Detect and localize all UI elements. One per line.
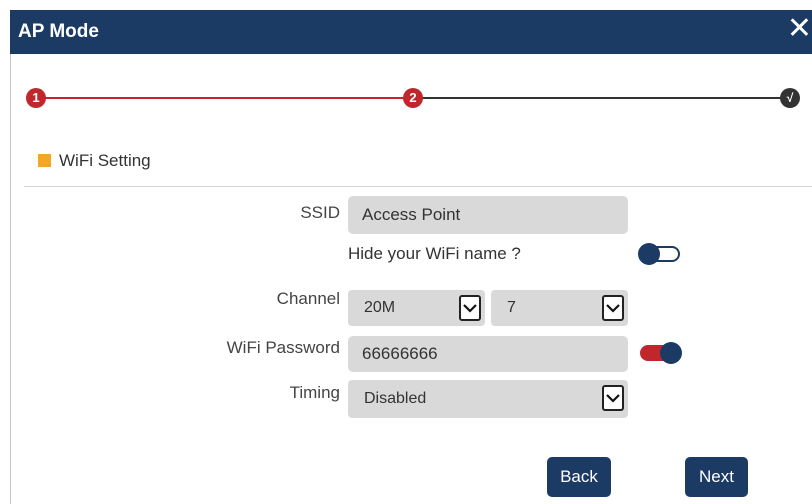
chevron-down-icon[interactable] bbox=[459, 295, 481, 321]
bandwidth-select[interactable]: 20M bbox=[348, 290, 485, 326]
channel-value: 7 bbox=[507, 299, 516, 316]
section-divider bbox=[24, 186, 812, 187]
hide-wifi-label: Hide your WiFi name ? bbox=[348, 244, 521, 263]
step-1: 1 bbox=[26, 88, 46, 108]
progress-stepper: 1 2 √ bbox=[10, 84, 812, 112]
ssid-input[interactable]: Access Point bbox=[348, 196, 628, 234]
hide-wifi-toggle[interactable] bbox=[638, 243, 680, 265]
step-2: 2 bbox=[403, 88, 423, 108]
wifi-password-label: WiFi Password bbox=[226, 338, 340, 357]
password-visibility-toggle[interactable] bbox=[640, 342, 682, 364]
close-icon[interactable]: ✕ bbox=[787, 14, 812, 44]
wifi-password-input[interactable]: 66666666 bbox=[348, 336, 628, 372]
ssid-label: SSID bbox=[300, 203, 340, 222]
section-title: WiFi Setting bbox=[59, 151, 151, 170]
timing-select[interactable]: Disabled bbox=[348, 380, 628, 418]
step-line-pending bbox=[420, 97, 790, 99]
timing-value: Disabled bbox=[364, 390, 427, 407]
step-done-check: √ bbox=[780, 88, 800, 108]
dialog-left-border bbox=[10, 54, 11, 504]
password-toggle-knob bbox=[660, 342, 682, 364]
channel-label: Channel bbox=[276, 289, 340, 308]
chevron-down-icon[interactable] bbox=[602, 295, 624, 321]
section-header: WiFi Setting bbox=[38, 151, 151, 171]
channel-select[interactable]: 7 bbox=[491, 290, 628, 326]
back-button[interactable]: Back bbox=[547, 457, 611, 497]
chevron-down-icon[interactable] bbox=[602, 385, 624, 411]
timing-label: Timing bbox=[289, 383, 340, 402]
next-button[interactable]: Next bbox=[685, 457, 748, 497]
step-line-completed bbox=[30, 97, 420, 99]
bandwidth-value: 20M bbox=[364, 299, 396, 316]
title-bar: AP Mode ✕ bbox=[10, 10, 812, 54]
section-marker bbox=[38, 154, 51, 167]
hide-wifi-toggle-knob bbox=[638, 243, 660, 265]
window-title: AP Mode bbox=[18, 21, 99, 42]
